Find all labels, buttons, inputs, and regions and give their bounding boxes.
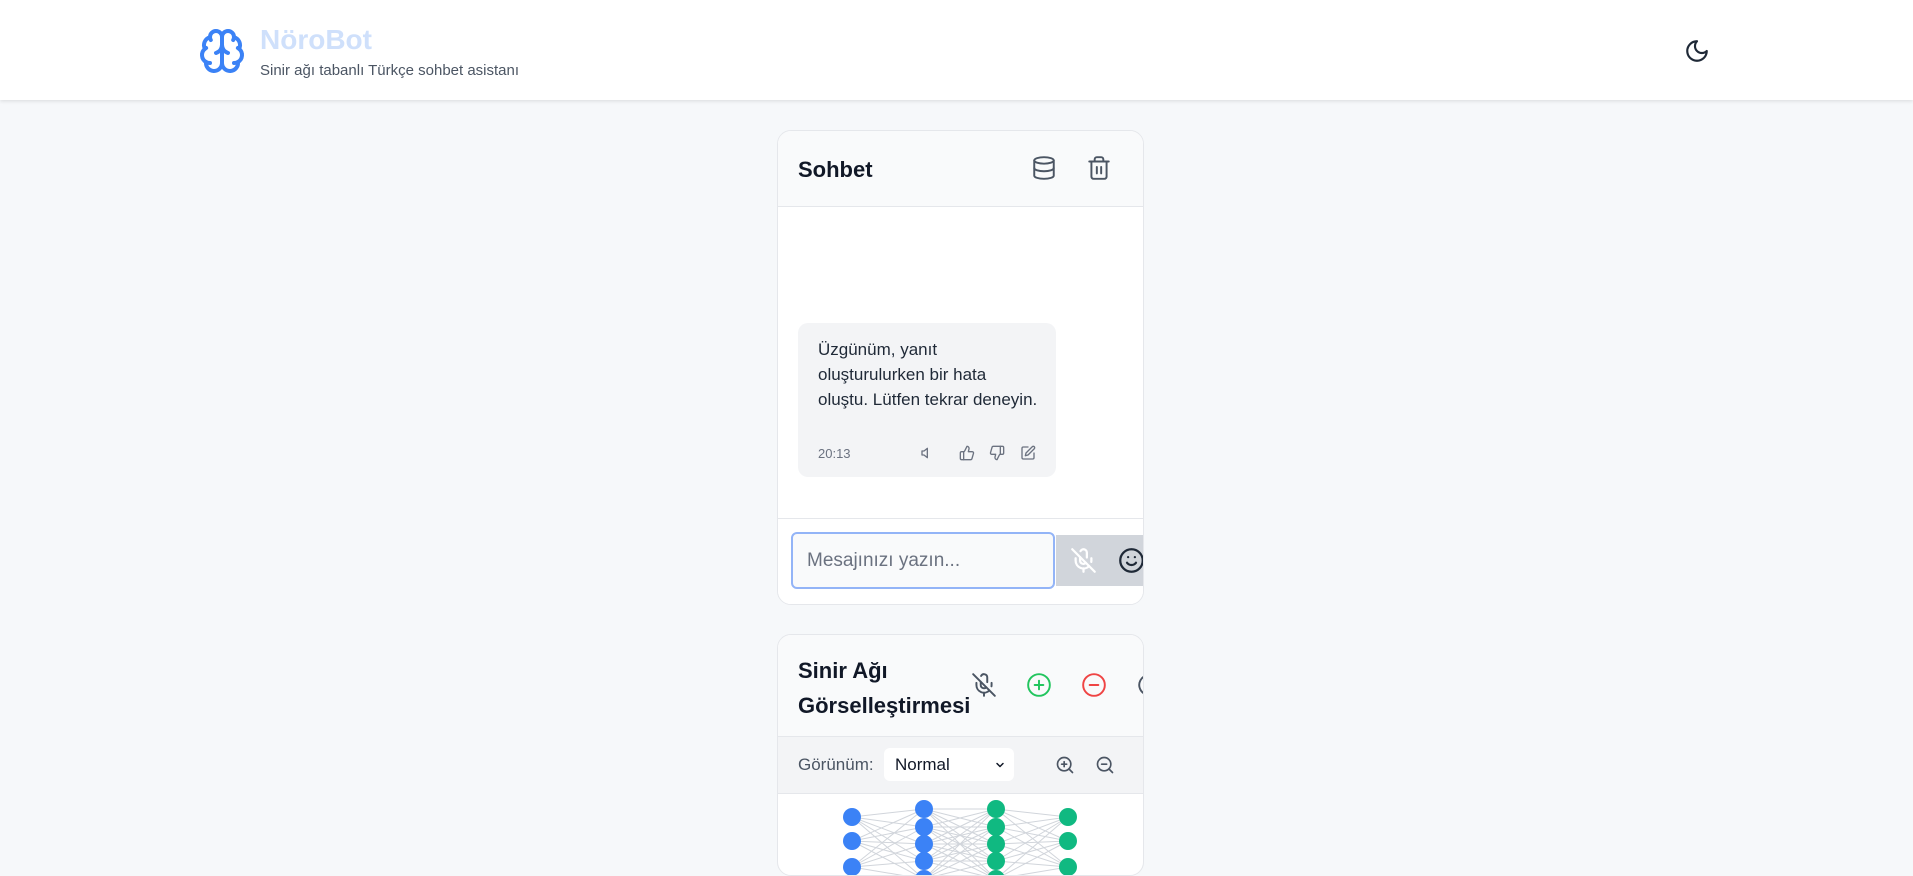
view-toolbar: Görünüm: Normal <box>778 736 1143 794</box>
network-connection <box>995 816 1069 845</box>
network-neuron[interactable] <box>915 800 933 818</box>
smile-icon[interactable] <box>1118 547 1144 574</box>
app-name: NöroBot <box>260 24 372 55</box>
network-neuron[interactable] <box>843 858 861 875</box>
network-connections <box>851 808 1069 875</box>
message-time: 20:13 <box>818 446 851 461</box>
zoom-out-icon[interactable] <box>1095 755 1115 775</box>
network-neuron[interactable] <box>987 835 1005 853</box>
chat-title: Sohbet <box>798 157 873 182</box>
network-title: Sinir Ağı Görselleştirmesi <box>798 658 971 718</box>
message-text: Üzgünüm, yanıt oluşturulurken bir hata o… <box>818 340 1038 409</box>
network-neurons <box>843 800 1077 875</box>
network-neuron[interactable] <box>915 818 933 836</box>
network-neuron[interactable] <box>915 835 933 853</box>
thumbs-up-icon[interactable] <box>959 445 975 461</box>
brain-icon[interactable] <box>198 27 246 75</box>
mic-off-icon[interactable] <box>971 672 997 698</box>
network-panel: Sinir Ağı Görselleştirmesi Görünüm: Norm… <box>777 634 1144 876</box>
refresh-icon[interactable] <box>1136 672 1144 698</box>
thumbs-down-icon[interactable] <box>989 445 1005 461</box>
plus-circle-icon[interactable] <box>1026 672 1052 698</box>
chat-header: Sohbet <box>778 131 1143 207</box>
chat-panel: Sohbet Üzgünüm, yanıt oluşturulurken bir… <box>777 130 1144 605</box>
view-select[interactable]: Normal <box>884 748 1014 781</box>
speaker-icon[interactable] <box>920 445 936 461</box>
network-neuron[interactable] <box>987 818 1005 836</box>
network-neuron[interactable] <box>1059 808 1077 826</box>
minus-circle-icon[interactable] <box>1081 672 1107 698</box>
app-tagline: Sinir ağı tabanlı Türkçe sohbet asistanı <box>260 62 520 79</box>
app-header: NöroBot Sinir ağı tabanlı Türkçe sohbet … <box>0 0 1913 100</box>
network-header: Sinir Ağı Görselleştirmesi <box>778 635 1143 736</box>
edit-icon[interactable] <box>1020 445 1036 461</box>
network-neuron[interactable] <box>843 808 861 826</box>
view-select-value: Normal <box>895 755 950 774</box>
network-connection <box>851 808 925 818</box>
network-connection <box>995 808 1069 818</box>
database-icon[interactable] <box>1031 155 1057 181</box>
message-input[interactable] <box>791 532 1055 589</box>
network-neuron[interactable] <box>1059 832 1077 850</box>
network-neuron[interactable] <box>1059 858 1077 875</box>
network-graph <box>843 800 1077 875</box>
message-composer <box>778 518 1144 604</box>
chevron-down-icon <box>996 762 1004 768</box>
composer-actions <box>1056 535 1144 586</box>
mic-off-icon[interactable] <box>1070 547 1097 574</box>
view-label: Görünüm: <box>798 755 874 774</box>
zoom-in-icon[interactable] <box>1055 755 1075 775</box>
moon-icon[interactable] <box>1684 38 1710 64</box>
bot-message: Üzgünüm, yanıt oluşturulurken bir hata o… <box>798 323 1056 477</box>
network-neuron[interactable] <box>987 800 1005 818</box>
trash-icon[interactable] <box>1086 155 1112 181</box>
network-connection <box>851 816 925 845</box>
network-neuron[interactable] <box>843 832 861 850</box>
